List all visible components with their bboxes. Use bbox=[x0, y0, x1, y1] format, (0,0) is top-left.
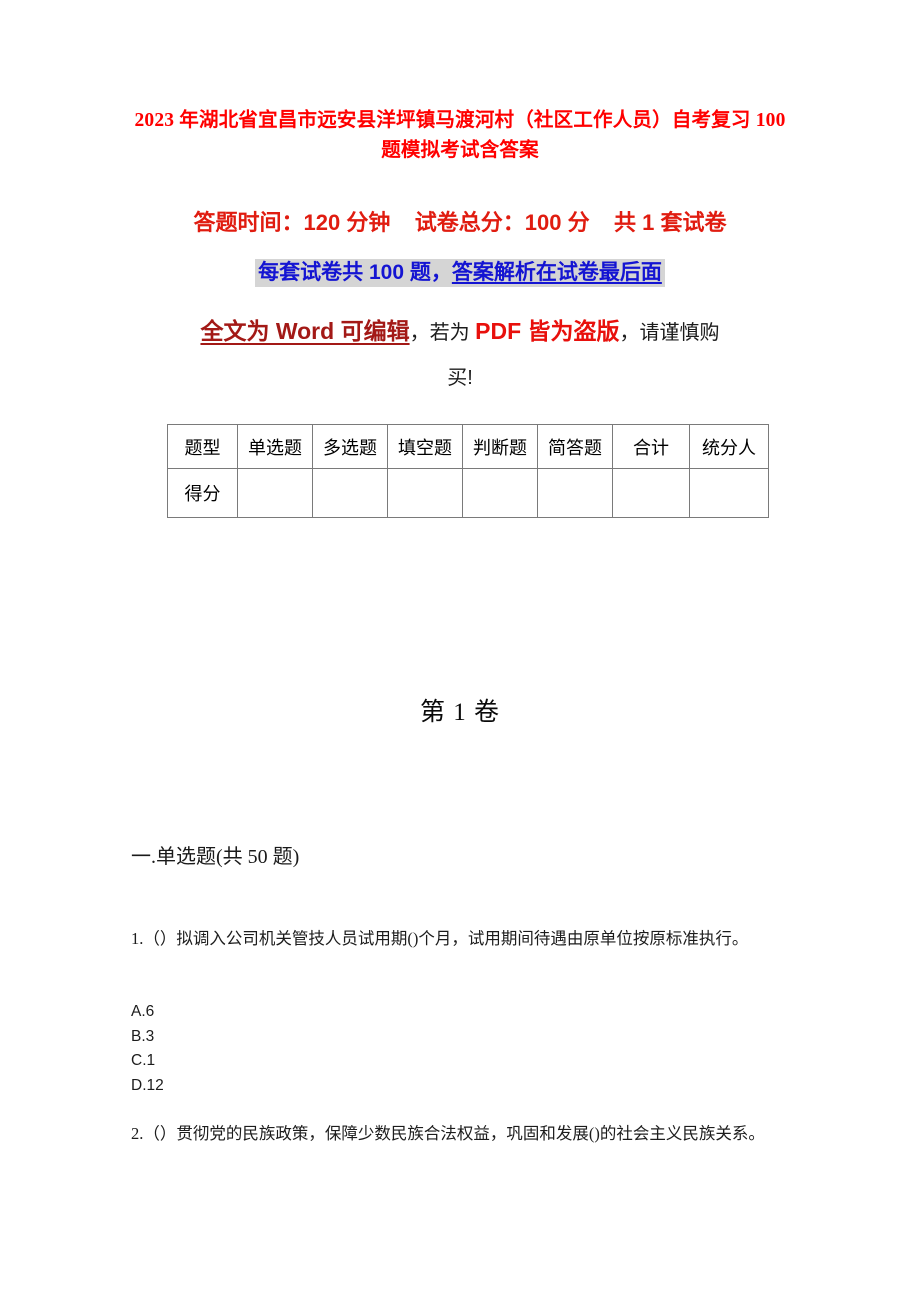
score-cell-true-false[interactable] bbox=[462, 468, 538, 518]
score-cell-multi-choice[interactable] bbox=[312, 468, 388, 518]
header-cell-fill-blank: 填空题 bbox=[387, 424, 463, 469]
score-cell-single-choice[interactable] bbox=[237, 468, 313, 518]
option-c[interactable]: C.1 bbox=[131, 1049, 164, 1074]
warning-caution-text: ，请谨慎购 bbox=[619, 322, 720, 344]
header-cell-total: 合计 bbox=[612, 424, 690, 469]
answer-location-line: 每套试卷共 100 题，答案解析在试卷最后面 bbox=[255, 259, 665, 287]
table-row-headers: 题型 单选题 多选题 填空题 判断题 简答题 合计 统分人 bbox=[167, 424, 769, 469]
question-1-text: 1.（）拟调入公司机关管技人员试用期()个月，试用期间待遇由原单位按原标准执行。 bbox=[131, 929, 749, 948]
header-cell-true-false: 判断题 bbox=[462, 424, 538, 469]
option-a[interactable]: A.6 bbox=[131, 1000, 164, 1025]
document-title: 2023 年湖北省宜昌市远安县洋坪镇马渡河村（社区工作人员）自考复习 100 题… bbox=[134, 110, 786, 161]
document-page: 2023 年湖北省宜昌市远安县洋坪镇马渡河村（社区工作人员）自考复习 100 题… bbox=[0, 0, 920, 1302]
answer-analysis-link[interactable]: 答案解析在试卷最后面 bbox=[452, 261, 662, 284]
exam-time-score-line: 答题时间：120 分钟 试卷总分：100 分 共 1 套试卷 bbox=[193, 210, 727, 235]
question-1-options: A.6 B.3 C.1 D.12 bbox=[131, 1000, 164, 1098]
option-d[interactable]: D.12 bbox=[131, 1074, 164, 1099]
word-editable-text: 全文为 Word 可编辑 bbox=[200, 318, 410, 344]
header-cell-scorer: 统分人 bbox=[689, 424, 769, 469]
exam-meta-block: 答题时间：120 分钟 试卷总分：100 分 共 1 套试卷 每套试卷共 100… bbox=[130, 206, 790, 292]
question-count-text: 每套试卷共 100 题， bbox=[258, 261, 452, 284]
answer-location-line-wrap: 每套试卷共 100 题，答案解析在试卷最后面 bbox=[130, 256, 790, 292]
pdf-pirated-text: PDF 皆为盗版 bbox=[475, 318, 620, 344]
score-cell-scorer[interactable] bbox=[689, 468, 769, 518]
option-b[interactable]: B.3 bbox=[131, 1025, 164, 1050]
section-heading-single-choice: 一.单选题(共 50 题) bbox=[131, 846, 300, 868]
table-row-score: 得分 bbox=[167, 468, 769, 518]
score-cell-fill-blank[interactable] bbox=[387, 468, 463, 518]
score-cell-total[interactable] bbox=[612, 468, 690, 518]
header-cell-short-answer: 简答题 bbox=[537, 424, 613, 469]
volume-heading: 第 1 卷 bbox=[419, 699, 500, 726]
question-2-text: 2.（）贯彻党的民族政策，保障少数民族合法权益，巩固和发展()的社会主义民族关系… bbox=[131, 1124, 765, 1143]
row-label-score: 得分 bbox=[167, 468, 238, 518]
score-table: 题型 单选题 多选题 填空题 判断题 简答题 合计 统分人 得分 bbox=[167, 424, 769, 518]
header-cell-question-type: 题型 bbox=[167, 424, 238, 469]
score-cell-short-answer[interactable] bbox=[537, 468, 613, 518]
header-cell-multi-choice: 多选题 bbox=[312, 424, 388, 469]
warning-connector-text: ，若为 bbox=[409, 322, 476, 344]
header-cell-single-choice: 单选题 bbox=[237, 424, 313, 469]
piracy-warning-block: 全文为 Word 可编辑，若为 PDF 皆为盗版，请谨慎购 买! bbox=[130, 308, 790, 400]
warning-tail-text: 买! bbox=[447, 367, 473, 389]
